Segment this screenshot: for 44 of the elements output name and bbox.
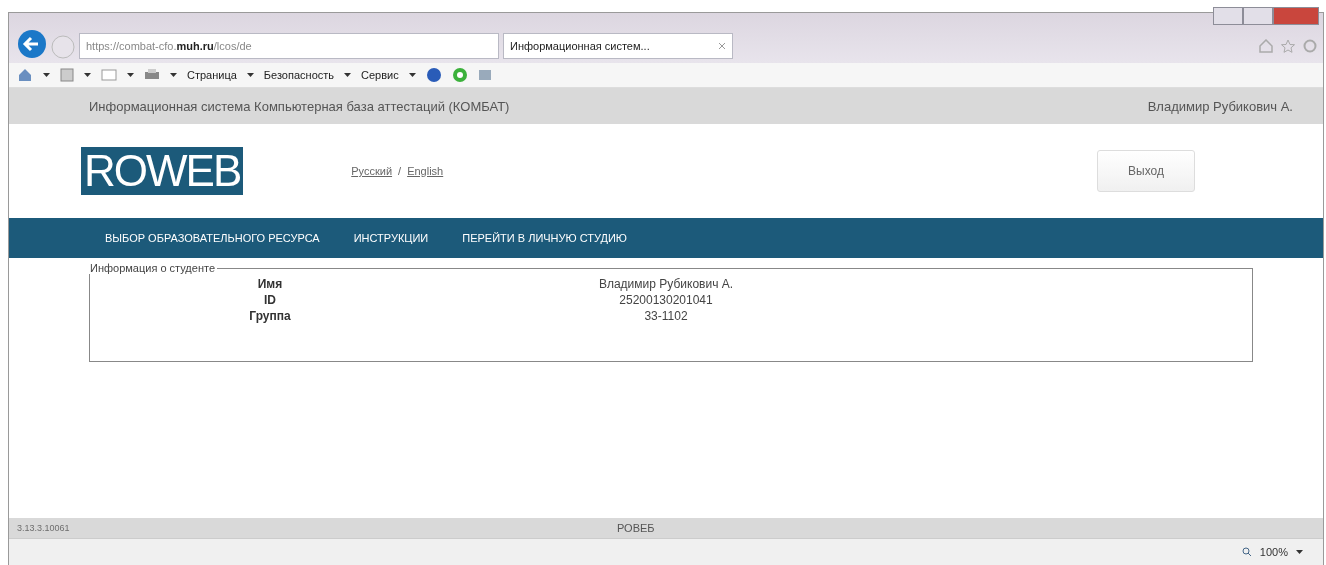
field-value: Владимир Рубикович А. [597, 276, 735, 292]
address-bar[interactable]: https://combat-cfo.muh.ru/lcos/de [79, 33, 499, 59]
nav-link[interactable]: ВЫБОР ОБРАЗОВАТЕЛЬНОГО РЕСУРСА [105, 232, 320, 244]
nav-link[interactable]: ИНСТРУКЦИИ [353, 232, 429, 244]
footer-brand: РОВЕБ [617, 522, 655, 534]
user-name: Владимир Рубикович А. [1147, 98, 1293, 114]
caret-icon[interactable] [344, 73, 352, 77]
caret-icon[interactable] [408, 73, 416, 77]
field-label: ID [263, 292, 277, 308]
ring-icon[interactable] [451, 67, 468, 83]
star-icon[interactable] [1281, 39, 1295, 53]
settings-icon[interactable] [1303, 39, 1317, 53]
home-icon[interactable] [1259, 39, 1273, 53]
caret-icon[interactable] [127, 73, 134, 77]
field-label: Группа [248, 308, 292, 324]
language-link[interactable]: English [407, 165, 444, 177]
system-title: Информационная система Компьютерная база аттестаций (КОМБАТ) [89, 98, 510, 114]
minimize-button[interactable] [1213, 7, 1243, 25]
roweb-logo: ROWEB [81, 147, 244, 195]
caret-icon[interactable] [246, 73, 254, 77]
version-text: 3.13.3.10061 [17, 523, 71, 533]
home-icon[interactable] [17, 67, 33, 83]
zoom-level[interactable]: 100% [1259, 546, 1288, 558]
field-label: Имя [256, 276, 284, 292]
caret-icon[interactable] [1296, 550, 1303, 554]
browser-tab[interactable]: Информационная систем... [503, 33, 733, 59]
nav-link[interactable]: ПЕРЕЙТИ В ЛИЧНУЮ СТУДИЮ [462, 232, 627, 244]
back-button[interactable] [17, 29, 47, 59]
maximize-button[interactable] [1243, 7, 1273, 25]
caret-icon[interactable] [43, 73, 50, 77]
command-menu[interactable]: Страница [187, 69, 237, 81]
caret-icon[interactable] [170, 73, 177, 77]
field-value: 25200130201041 [618, 292, 714, 308]
printer-icon[interactable] [144, 68, 160, 82]
language-link[interactable]: Русский [351, 165, 393, 177]
panel-legend: Информация о студенте [88, 262, 218, 274]
logout-button[interactable]: Выход [1097, 150, 1195, 192]
command-menu[interactable]: Сервис [361, 69, 399, 81]
command-menu[interactable]: Безопасность [263, 69, 335, 81]
caret-icon[interactable] [84, 73, 91, 77]
close-icon[interactable] [718, 42, 726, 50]
field-value: 33-1102 [643, 308, 689, 324]
language-separator: / [398, 165, 402, 177]
zoom-icon[interactable] [1241, 547, 1252, 557]
